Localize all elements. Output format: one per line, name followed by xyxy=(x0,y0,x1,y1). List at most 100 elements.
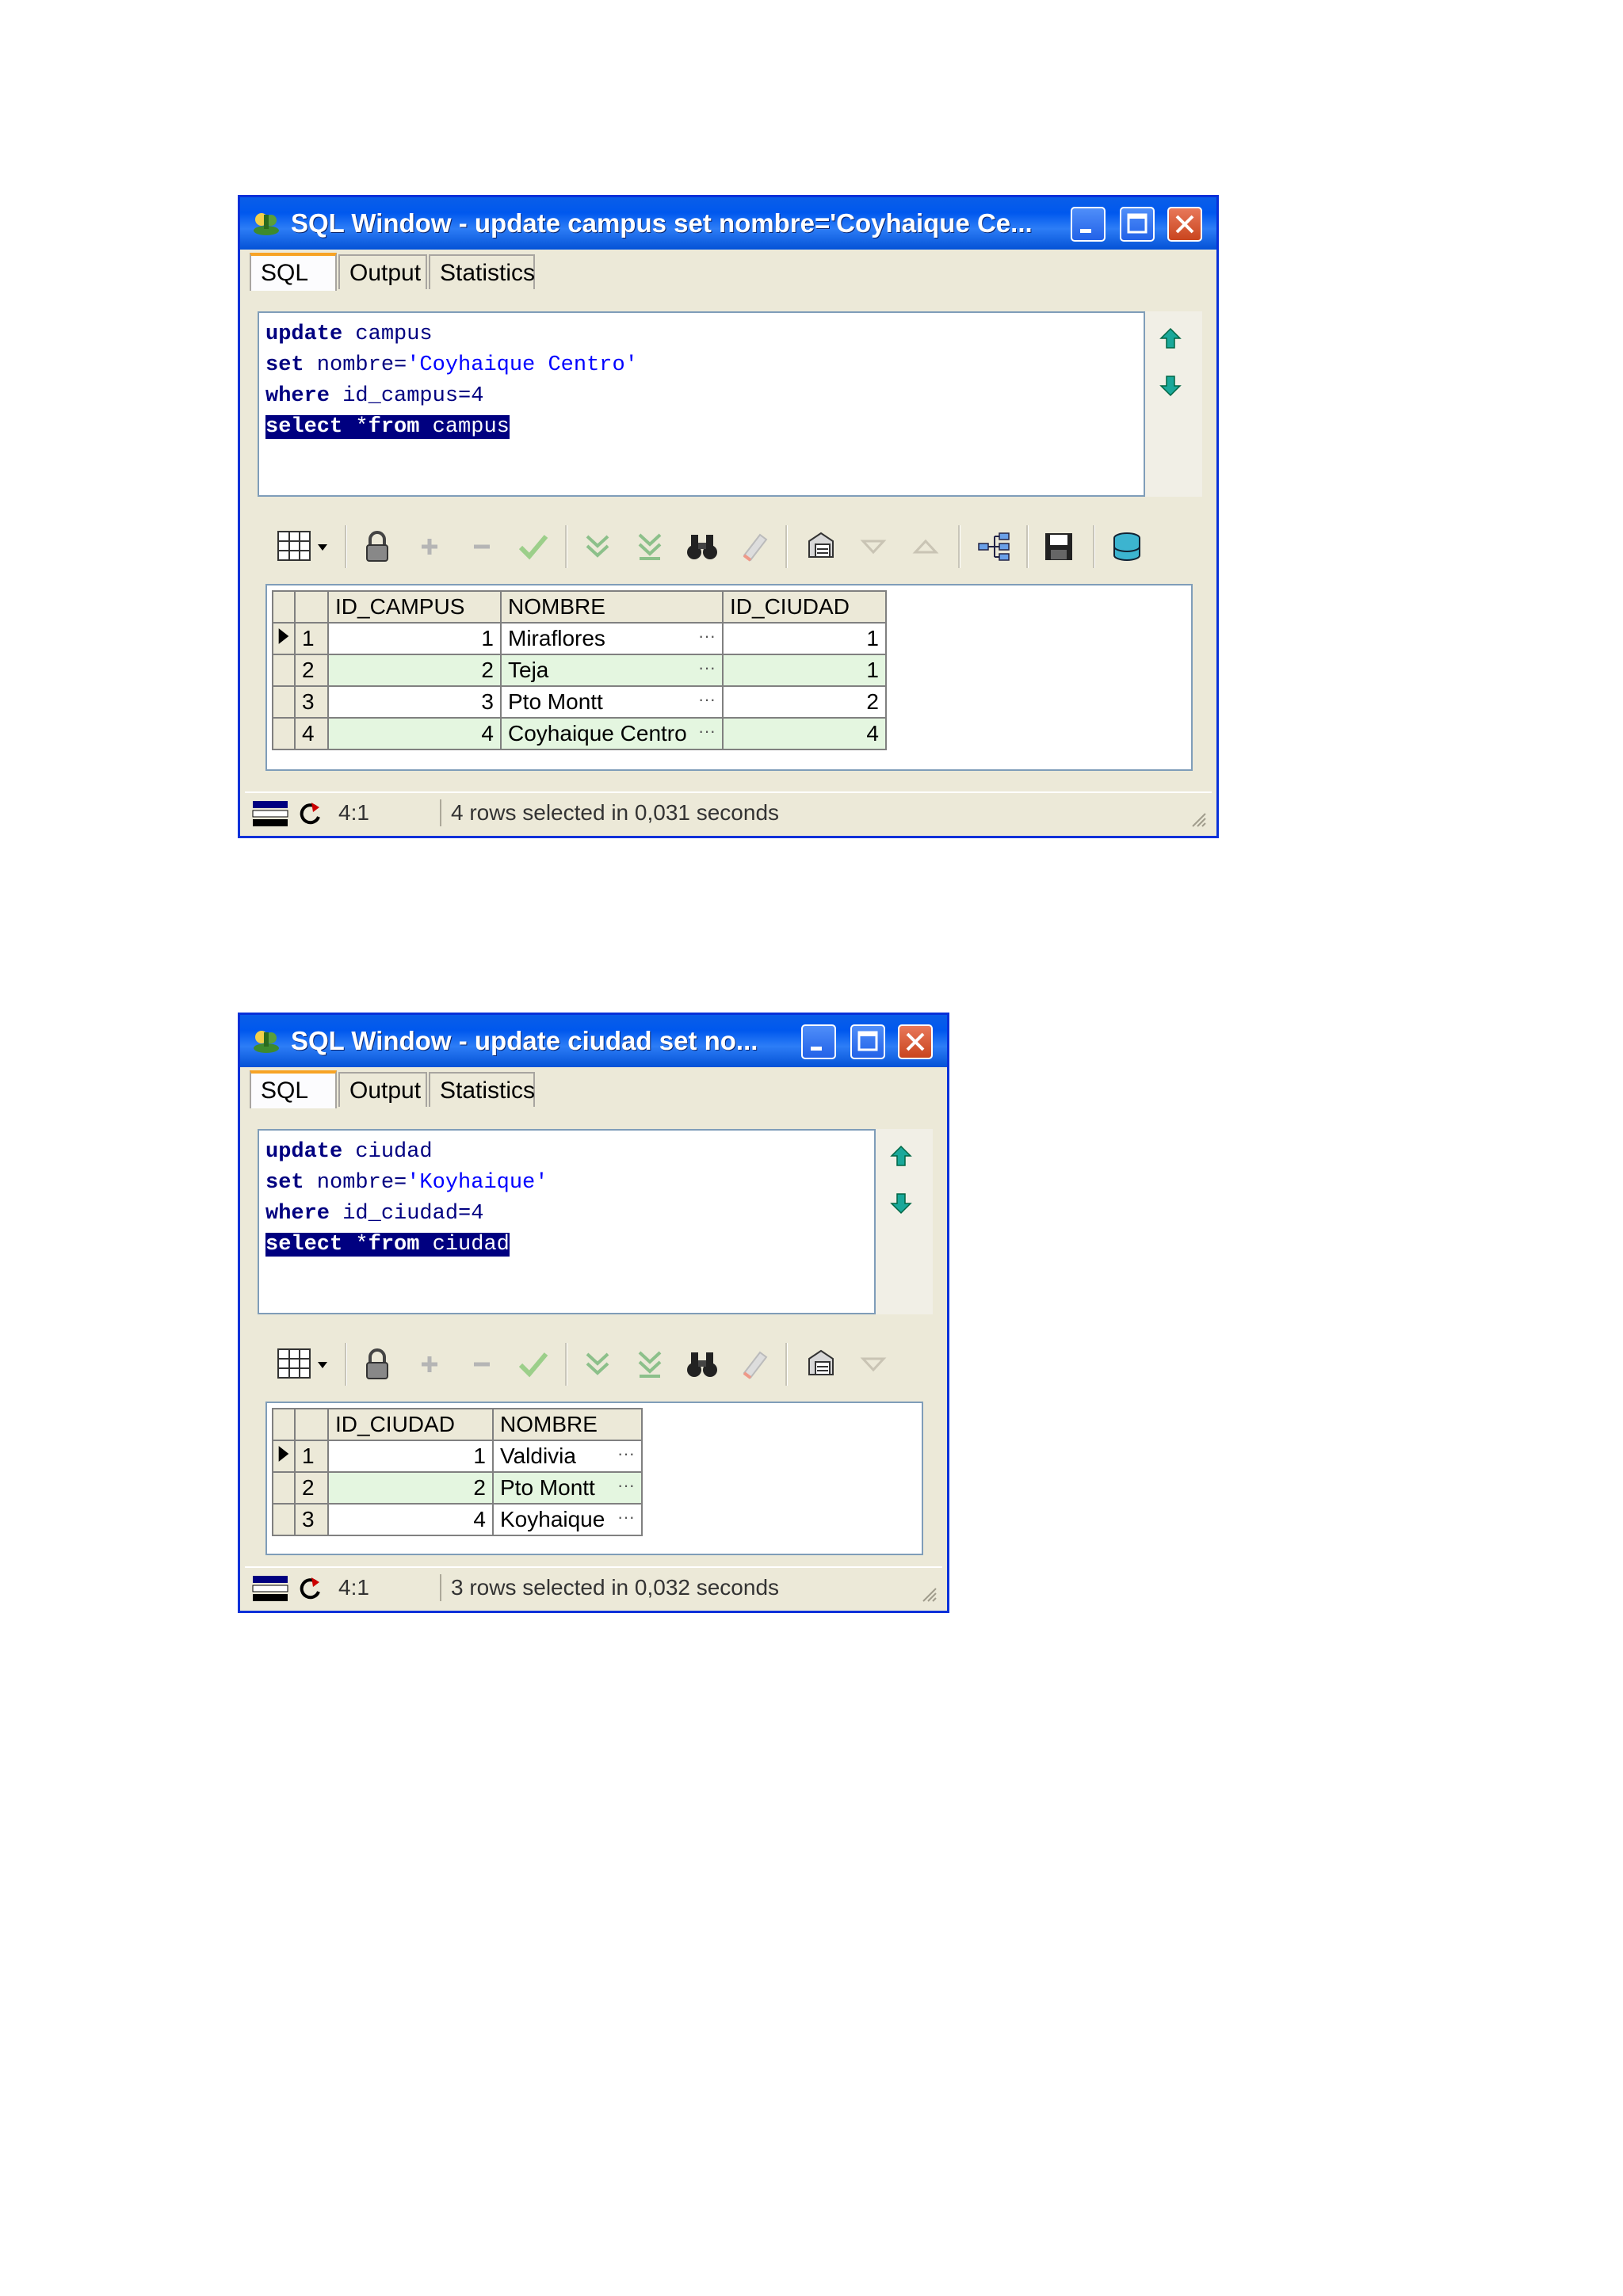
refresh-icon[interactable] xyxy=(296,1574,324,1603)
status-bar: 4:1 3 rows selected in 0,032 seconds xyxy=(245,1566,942,1608)
title-bar[interactable]: SQL Window - update ciudad set no... xyxy=(240,1015,947,1067)
result-toolbar xyxy=(256,521,1207,571)
maximize-icon xyxy=(857,1031,878,1051)
cell-editor-button[interactable]: ··· xyxy=(617,1444,635,1464)
window-title: SQL Window - update campus set nombre='C… xyxy=(291,208,1033,238)
status-message: 4 rows selected in 0,031 seconds xyxy=(451,800,780,825)
arrow-up-icon[interactable] xyxy=(1159,327,1182,349)
next-page-icon[interactable] xyxy=(579,528,616,565)
grid-view-icon[interactable] xyxy=(275,528,332,565)
table-row[interactable]: 3 4 Koyhaique ··· xyxy=(272,1503,643,1536)
fetch-icon[interactable] xyxy=(1109,528,1145,565)
cell-editor-button[interactable]: ··· xyxy=(698,626,716,646)
table-row[interactable]: 1 1 Miraflores ··· 1 xyxy=(272,622,887,655)
sort-desc-icon[interactable] xyxy=(855,528,892,565)
header-row: ID_CIUDAD NOMBRE xyxy=(272,1408,643,1441)
resize-grip-icon[interactable] xyxy=(918,1584,938,1603)
arrow-down-icon[interactable] xyxy=(1159,375,1182,397)
table-row[interactable]: 4 4 Coyhaique Centro ··· 4 xyxy=(272,717,887,750)
last-page-icon[interactable] xyxy=(632,1346,668,1383)
window-title: SQL Window - update ciudad set no... xyxy=(291,1026,758,1055)
connection-icon xyxy=(252,1576,288,1601)
connection-icon xyxy=(252,801,288,826)
sql-editor[interactable]: update ciudad set nombre='Koyhaique' whe… xyxy=(258,1129,876,1314)
status-bar: 4:1 4 rows selected in 0,031 seconds xyxy=(245,791,1212,833)
result-toolbar xyxy=(256,1338,938,1389)
last-page-icon[interactable] xyxy=(632,528,668,565)
clear-icon[interactable] xyxy=(735,528,771,565)
cell-editor-button[interactable]: ··· xyxy=(698,689,716,710)
result-grid[interactable]: ID_CIUDAD NOMBRE 1 1 Valdivia ··· 2 2 Pto… xyxy=(265,1402,923,1555)
table-row[interactable]: 1 1 Valdivia ··· xyxy=(272,1440,643,1473)
minimize-icon xyxy=(1080,229,1091,233)
result-grid[interactable]: ID_CAMPUS NOMBRE ID_CIUDAD 1 1 Miraflore… xyxy=(265,584,1193,771)
post-icon[interactable] xyxy=(514,528,551,565)
minimize-button[interactable] xyxy=(801,1024,836,1059)
column-header-id-ciudad[interactable]: ID_CIUDAD xyxy=(327,1408,494,1441)
current-row-indicator-icon xyxy=(272,622,296,655)
tab-sql[interactable]: SQL xyxy=(250,1070,337,1108)
column-header-id-ciudad[interactable]: ID_CIUDAD xyxy=(722,590,887,624)
resize-grip-icon[interactable] xyxy=(1188,809,1207,828)
result-table: ID_CAMPUS NOMBRE ID_CIUDAD 1 1 Miraflore… xyxy=(272,590,887,750)
post-icon[interactable] xyxy=(514,1346,551,1383)
close-icon xyxy=(1175,215,1194,234)
column-header-nombre[interactable]: NOMBRE xyxy=(492,1408,643,1441)
tab-sql[interactable]: SQL xyxy=(250,253,337,291)
column-header-id-campus[interactable]: ID_CAMPUS xyxy=(327,590,502,624)
save-icon[interactable] xyxy=(1041,528,1077,565)
delete-record-icon[interactable] xyxy=(464,528,500,565)
column-header-nombre[interactable]: NOMBRE xyxy=(500,590,724,624)
sql-code: update campus set nombre='Coyhaique Cent… xyxy=(265,322,638,439)
close-button[interactable] xyxy=(898,1024,933,1059)
sql-window-ciudad: SQL Window - update ciudad set no... SQL… xyxy=(238,1013,949,1613)
current-row-indicator-icon xyxy=(272,1440,296,1473)
next-page-icon[interactable] xyxy=(579,1346,616,1383)
delete-record-icon[interactable] xyxy=(464,1346,500,1383)
table-row[interactable]: 2 2 Pto Montt ··· xyxy=(272,1471,643,1505)
cell-editor-button[interactable]: ··· xyxy=(617,1507,635,1527)
tab-statistics[interactable]: Statistics xyxy=(429,1072,535,1107)
query-plan-icon[interactable] xyxy=(976,528,1012,565)
lock-icon[interactable] xyxy=(359,528,395,565)
arrow-up-icon[interactable] xyxy=(890,1145,912,1167)
sort-desc-icon[interactable] xyxy=(855,1346,892,1383)
export-icon[interactable] xyxy=(803,528,839,565)
nav-arrows xyxy=(1145,311,1202,497)
header-row: ID_CAMPUS NOMBRE ID_CIUDAD xyxy=(272,590,887,624)
table-row[interactable]: 3 3 Pto Montt ··· 2 xyxy=(272,685,887,719)
tab-statistics[interactable]: Statistics xyxy=(429,254,535,289)
tab-output[interactable]: Output xyxy=(338,1072,427,1107)
cell-editor-button[interactable]: ··· xyxy=(698,658,716,678)
sql-editor[interactable]: update campus set nombre='Coyhaique Cent… xyxy=(258,311,1145,497)
sql-window-campus: SQL Window - update campus set nombre='C… xyxy=(238,195,1219,838)
app-icon xyxy=(254,213,279,235)
find-icon[interactable] xyxy=(684,1346,720,1383)
close-icon xyxy=(906,1032,925,1051)
minimize-button[interactable] xyxy=(1071,207,1106,242)
add-record-icon[interactable] xyxy=(411,1346,448,1383)
clear-icon[interactable] xyxy=(735,1346,771,1383)
table-row[interactable]: 2 2 Teja ··· 1 xyxy=(272,654,887,687)
cursor-position: 4:1 xyxy=(338,1575,369,1600)
lock-icon[interactable] xyxy=(359,1346,395,1383)
title-bar[interactable]: SQL Window - update campus set nombre='C… xyxy=(240,197,1216,250)
export-icon[interactable] xyxy=(803,1346,839,1383)
result-table: ID_CIUDAD NOMBRE 1 1 Valdivia ··· 2 2 Pto… xyxy=(272,1408,643,1536)
maximize-button[interactable] xyxy=(850,1024,885,1059)
cell-editor-button[interactable]: ··· xyxy=(617,1475,635,1496)
arrow-down-icon[interactable] xyxy=(890,1192,912,1215)
tab-output[interactable]: Output xyxy=(338,254,427,289)
add-record-icon[interactable] xyxy=(411,528,448,565)
refresh-icon[interactable] xyxy=(296,799,324,828)
find-icon[interactable] xyxy=(684,528,720,565)
minimize-icon xyxy=(811,1047,822,1051)
maximize-button[interactable] xyxy=(1120,207,1155,242)
nav-arrows xyxy=(876,1129,933,1314)
cell-editor-button[interactable]: ··· xyxy=(698,721,716,742)
close-button[interactable] xyxy=(1167,207,1202,242)
grid-view-icon[interactable] xyxy=(275,1346,332,1383)
cursor-position: 4:1 xyxy=(338,800,369,825)
status-message: 3 rows selected in 0,032 seconds xyxy=(451,1575,780,1600)
sort-asc-icon[interactable] xyxy=(907,528,944,565)
